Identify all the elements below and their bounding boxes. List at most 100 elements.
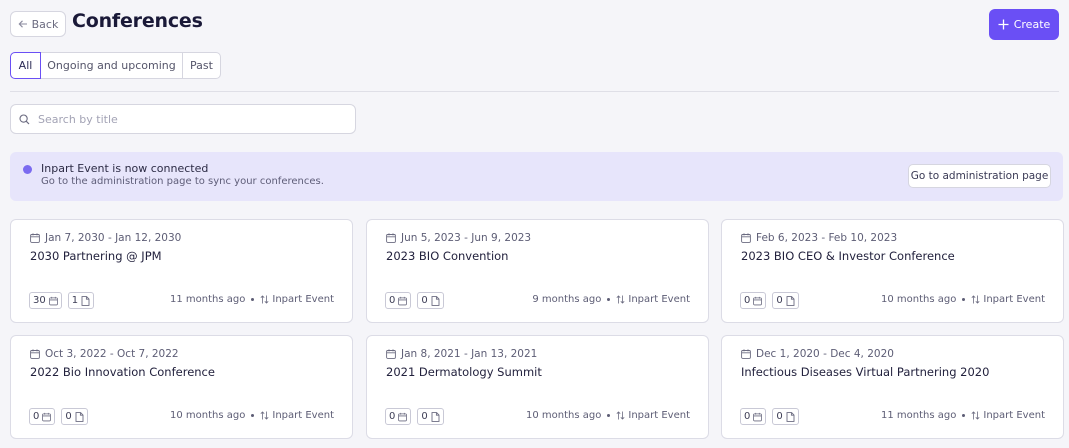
meetings-count: 0 — [33, 411, 40, 422]
search-input[interactable] — [38, 112, 338, 126]
tab-all[interactable]: All — [10, 52, 41, 79]
last-updated: 11 months ago — [881, 410, 957, 421]
meetings-count: 0 — [389, 295, 396, 306]
back-button[interactable]: Back — [10, 11, 66, 37]
documents-count-chip: 0 — [417, 408, 444, 425]
documents-count: 0 — [776, 411, 783, 422]
create-button[interactable]: Create — [989, 9, 1059, 40]
source-label: Inpart Event — [272, 294, 334, 305]
calendar-icon — [753, 296, 763, 305]
create-button-label: Create — [1013, 18, 1051, 31]
conference-meta: 10 months ago Inpart Event — [881, 294, 1045, 305]
separator-dot — [962, 414, 966, 417]
conference-stats: 0 0 — [740, 408, 799, 425]
documents-count-chip: 0 — [772, 408, 799, 425]
filter-tabs: All Ongoing and upcoming Past — [10, 52, 221, 79]
documents-count: 0 — [65, 411, 72, 422]
separator-dot — [607, 414, 611, 417]
conference-dates: Oct 3, 2022 - Oct 7, 2022 — [30, 348, 179, 360]
source-label: Inpart Event — [272, 410, 334, 421]
sync-arrows-icon — [260, 411, 269, 420]
documents-count-chip: 1 — [67, 292, 95, 309]
conference-meta: 11 months ago Inpart Event — [881, 410, 1045, 421]
document-icon — [786, 295, 795, 306]
meetings-count-chip: 0 — [29, 408, 56, 425]
conference-stats: 0 0 — [29, 408, 88, 425]
calendar-icon — [398, 296, 408, 305]
document-icon — [786, 411, 795, 422]
go-to-administration-button[interactable]: Go to administration page — [908, 164, 1051, 188]
conference-dates-text: Jan 7, 2030 - Jan 12, 2030 — [45, 232, 182, 244]
meetings-count-chip: 0 — [385, 408, 412, 425]
conference-card[interactable]: Jan 8, 2021 - Jan 13, 2021 2021 Dermatol… — [366, 335, 709, 439]
conference-card[interactable]: Oct 3, 2022 - Oct 7, 2022 2022 Bio Innov… — [10, 335, 353, 439]
conference-card[interactable]: Dec 1, 2020 - Dec 4, 2020 Infectious Dis… — [721, 335, 1064, 439]
tab-past[interactable]: Past — [182, 52, 221, 79]
document-icon — [431, 295, 440, 306]
banner-title: Inpart Event is now connected — [41, 162, 209, 175]
source: Inpart Event — [260, 294, 334, 305]
last-updated: 11 months ago — [170, 294, 246, 305]
conference-meta: 10 months ago Inpart Event — [526, 410, 690, 421]
conference-stats: 0 0 — [385, 408, 444, 425]
conference-stats: 0 0 — [385, 292, 444, 309]
conference-title: 2022 Bio Innovation Conference — [30, 365, 215, 379]
meetings-count: 0 — [389, 411, 396, 422]
conference-dates-text: Oct 3, 2022 - Oct 7, 2022 — [45, 348, 179, 360]
source: Inpart Event — [971, 410, 1045, 421]
page-title: Conferences — [72, 10, 203, 32]
search-box — [10, 104, 356, 134]
calendar-icon — [30, 349, 40, 359]
last-updated: 9 months ago — [532, 294, 602, 305]
source: Inpart Event — [616, 410, 690, 421]
conference-dates: Jan 8, 2021 - Jan 13, 2021 — [386, 348, 537, 360]
conference-meta: 9 months ago Inpart Event — [532, 294, 690, 305]
sync-arrows-icon — [616, 411, 625, 420]
calendar-icon — [741, 233, 751, 243]
source-label: Inpart Event — [628, 410, 690, 421]
conference-dates-text: Dec 1, 2020 - Dec 4, 2020 — [756, 348, 894, 360]
conference-dates: Jun 5, 2023 - Jun 9, 2023 — [386, 232, 531, 244]
calendar-icon — [753, 412, 763, 421]
conference-title: 2030 Partnering @ JPM — [30, 249, 162, 263]
source: Inpart Event — [971, 294, 1045, 305]
info-dot-icon — [23, 165, 32, 174]
document-icon — [75, 411, 84, 422]
last-updated: 10 months ago — [526, 410, 602, 421]
sync-arrows-icon — [971, 295, 980, 304]
documents-count: 0 — [421, 411, 428, 422]
conference-meta: 10 months ago Inpart Event — [170, 410, 334, 421]
calendar-icon — [386, 233, 396, 243]
conference-title: 2023 BIO CEO & Investor Conference — [741, 249, 955, 263]
header-divider — [10, 91, 1059, 92]
separator-dot — [251, 298, 255, 301]
conference-title: 2021 Dermatology Summit — [386, 365, 542, 379]
conference-card[interactable]: Jun 5, 2023 - Jun 9, 2023 2023 BIO Conve… — [366, 219, 709, 323]
meetings-count-chip: 0 — [740, 408, 767, 425]
calendar-icon — [30, 233, 40, 243]
source-label: Inpart Event — [628, 294, 690, 305]
banner-subtitle: Go to the administration page to sync yo… — [41, 176, 324, 187]
meetings-count: 0 — [744, 295, 751, 306]
meetings-count: 0 — [744, 411, 751, 422]
tab-ongoing-and-upcoming[interactable]: Ongoing and upcoming — [40, 52, 183, 79]
calendar-icon — [398, 412, 408, 421]
sync-arrows-icon — [260, 295, 269, 304]
documents-count: 0 — [421, 295, 428, 306]
conference-dates-text: Feb 6, 2023 - Feb 10, 2023 — [756, 232, 898, 244]
conference-stats: 0 0 — [740, 292, 799, 309]
document-icon — [431, 411, 440, 422]
separator-dot — [251, 414, 255, 417]
integration-banner: Inpart Event is now connected Go to the … — [10, 152, 1063, 201]
meetings-count-chip: 0 — [740, 292, 767, 309]
last-updated: 10 months ago — [881, 294, 957, 305]
conference-card[interactable]: Jan 7, 2030 - Jan 12, 2030 2030 Partneri… — [10, 219, 353, 323]
documents-count-chip: 0 — [772, 292, 799, 309]
arrow-left-icon — [18, 20, 27, 28]
search-icon — [19, 113, 30, 124]
conference-title: Infectious Diseases Virtual Partnering 2… — [741, 365, 990, 379]
conference-card[interactable]: Feb 6, 2023 - Feb 10, 2023 2023 BIO CEO … — [721, 219, 1064, 323]
source: Inpart Event — [616, 294, 690, 305]
meetings-count-chip: 0 — [385, 292, 412, 309]
documents-count-chip: 0 — [61, 408, 88, 425]
